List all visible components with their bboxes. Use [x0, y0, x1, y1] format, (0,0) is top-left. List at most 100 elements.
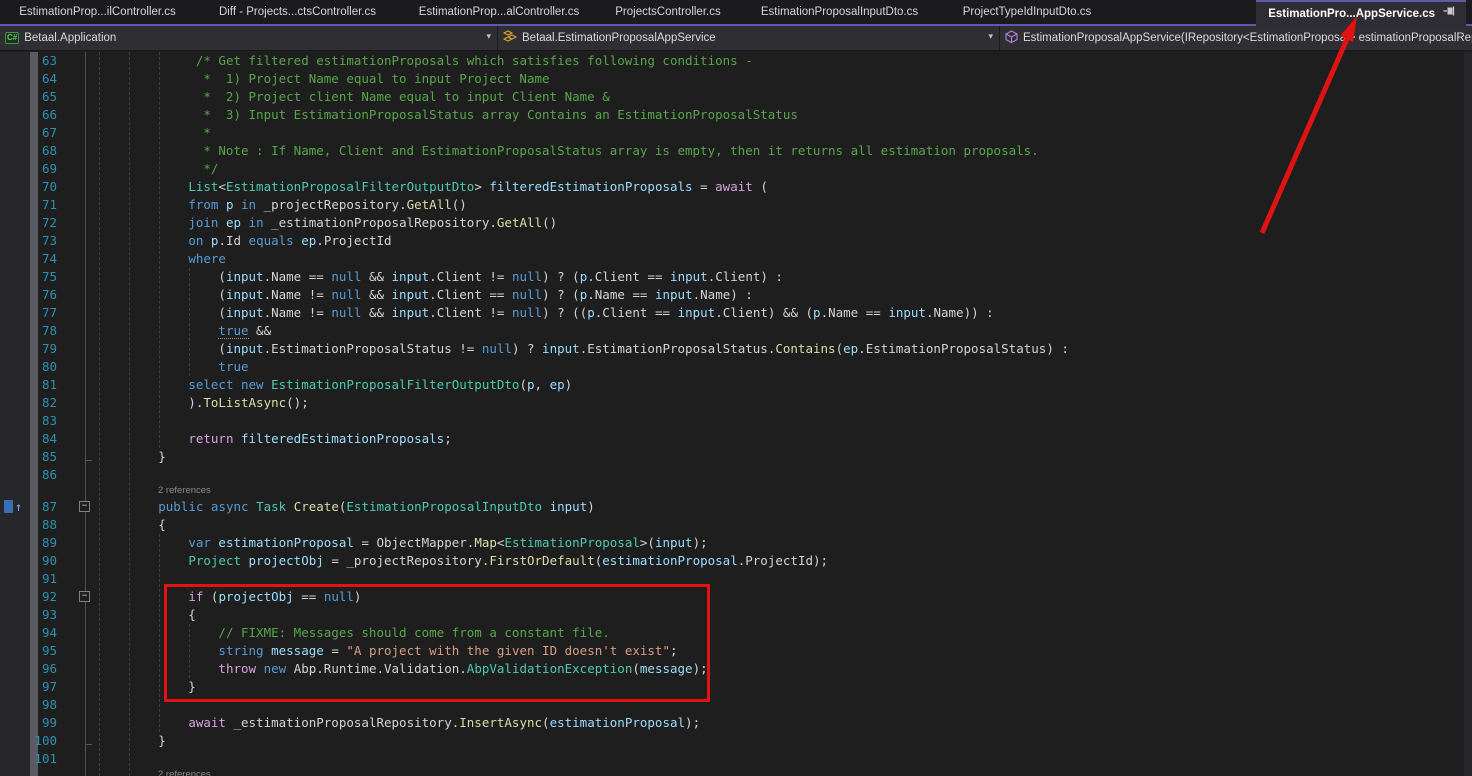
code-line: 75 (input.Name == null && input.Client !…: [0, 268, 1464, 286]
code-text[interactable]: */: [57, 161, 218, 176]
code-line: 92 if (projectObj == null)−: [0, 588, 1464, 606]
code-text[interactable]: * Note : If Name, Client and EstimationP…: [57, 143, 1039, 158]
code-text[interactable]: return filteredEstimationProposals;: [57, 431, 452, 446]
code-text[interactable]: await _estimationProposalRepository.Inse…: [57, 715, 700, 730]
code-text[interactable]: if (projectObj == null): [57, 589, 361, 604]
code-line: 91: [0, 570, 1464, 588]
line-number: 100: [0, 732, 57, 750]
code-text[interactable]: }: [57, 733, 166, 748]
code-text[interactable]: true: [57, 359, 249, 374]
line-number: 80: [0, 358, 57, 376]
code-text[interactable]: {: [57, 517, 166, 532]
vs-code-editor-window: { "colors": { "accent_purple": "#5a5aad"…: [0, 0, 1472, 776]
code-text[interactable]: [57, 751, 98, 766]
editor-tab[interactable]: EstimationProp...ilController.cs: [0, 0, 195, 24]
code-text[interactable]: }: [57, 449, 166, 464]
code-text[interactable]: * 2) Project client Name equal to input …: [57, 89, 610, 104]
code-line: 63 /* Get filtered estimationProposals w…: [0, 52, 1464, 70]
fold-collapse-icon[interactable]: −: [79, 501, 90, 512]
code-line: 78 true &&: [0, 322, 1464, 340]
pin-icon[interactable]: [1443, 3, 1456, 25]
class-icon: [503, 30, 517, 46]
code-text[interactable]: from p in _projectRepository.GetAll(): [57, 197, 467, 212]
code-text[interactable]: (input.Name != null && input.Client == n…: [57, 287, 753, 302]
code-text[interactable]: [57, 413, 98, 428]
codelens-references[interactable]: 2 references: [0, 484, 1464, 498]
code-text[interactable]: throw new Abp.Runtime.Validation.AbpVali…: [57, 661, 708, 676]
code-text[interactable]: public async Task Create(EstimationPropo…: [57, 499, 595, 514]
code-line: 97 }: [0, 678, 1464, 696]
line-number: 90: [0, 552, 57, 570]
code-text[interactable]: join ep in _estimationProposalRepository…: [57, 215, 557, 230]
line-number: 67: [0, 124, 57, 142]
line-number: 77: [0, 304, 57, 322]
line-number: 84: [0, 430, 57, 448]
code-text[interactable]: * 3) Input EstimationProposalStatus arra…: [57, 107, 798, 122]
code-line: 66 * 3) Input EstimationProposalStatus a…: [0, 106, 1464, 124]
line-number: 94: [0, 624, 57, 642]
code-line: 93 {: [0, 606, 1464, 624]
code-line: 98: [0, 696, 1464, 714]
fold-collapse-icon[interactable]: −: [79, 591, 90, 602]
code-text[interactable]: *: [57, 125, 211, 140]
code-line: 72 join ep in _estimationProposalReposit…: [0, 214, 1464, 232]
code-text[interactable]: [57, 571, 98, 586]
code-text[interactable]: [57, 697, 98, 712]
line-number: 79: [0, 340, 57, 358]
line-number: 76: [0, 286, 57, 304]
line-number: 92: [0, 588, 57, 606]
method-icon: [1005, 30, 1018, 46]
line-number: 71: [0, 196, 57, 214]
code-text[interactable]: select new EstimationProposalFilterOutpu…: [57, 377, 572, 392]
code-text[interactable]: where: [57, 251, 226, 266]
type-dropdown[interactable]: Betaal.EstimationProposalAppService ▾: [498, 26, 1000, 50]
code-text[interactable]: // FIXME: Messages should come from a co…: [57, 625, 610, 640]
code-text[interactable]: string message = "A project with the giv…: [57, 643, 678, 658]
code-text[interactable]: ).ToListAsync();: [57, 395, 309, 410]
code-line: 95 string message = "A project with the …: [0, 642, 1464, 660]
code-line: 73 on p.Id equals ep.ProjectId: [0, 232, 1464, 250]
code-line: 79 (input.EstimationProposalStatus != nu…: [0, 340, 1464, 358]
code-text[interactable]: List<EstimationProposalFilterOutputDto> …: [57, 179, 768, 194]
member-dropdown[interactable]: EstimationProposalAppService(IRepository…: [1000, 26, 1472, 50]
fold-end-tick: [85, 744, 92, 745]
code-editor[interactable]: 63 /* Get filtered estimationProposals w…: [0, 52, 1472, 776]
code-line: 86: [0, 466, 1464, 484]
editor-tab[interactable]: ProjectTypeIdInputDto.cs: [941, 0, 1113, 24]
code-line: 85 }: [0, 448, 1464, 466]
code-line: 90 Project projectObj = _projectReposito…: [0, 552, 1464, 570]
code-text[interactable]: {: [57, 607, 196, 622]
code-text[interactable]: (input.Name != null && input.Client != n…: [57, 305, 994, 320]
line-number: 82: [0, 394, 57, 412]
code-line: 76 (input.Name != null && input.Client =…: [0, 286, 1464, 304]
line-number: 70: [0, 178, 57, 196]
code-text[interactable]: var estimationProposal = ObjectMapper.Ma…: [57, 535, 708, 550]
code-line: 68 * Note : If Name, Client and Estimati…: [0, 142, 1464, 160]
code-text[interactable]: /* Get filtered estimationProposals whic…: [57, 53, 753, 68]
project-dropdown[interactable]: C# Betaal.Application ▾: [0, 26, 498, 50]
code-text[interactable]: * 1) Project Name equal to input Project…: [57, 71, 550, 86]
code-line: 81 select new EstimationProposalFilterOu…: [0, 376, 1464, 394]
code-line: 99 await _estimationProposalRepository.I…: [0, 714, 1464, 732]
code-area[interactable]: 63 /* Get filtered estimationProposals w…: [0, 52, 1464, 776]
line-number: 72: [0, 214, 57, 232]
codelens-references[interactable]: 2 references: [0, 768, 1464, 776]
code-text[interactable]: true &&: [57, 323, 271, 338]
code-text[interactable]: Project projectObj = _projectRepository.…: [57, 553, 828, 568]
editor-tab[interactable]: ProjectsController.cs: [598, 0, 738, 24]
editor-tab[interactable]: EstimationProposalInputDto.cs: [738, 0, 941, 24]
code-text[interactable]: (input.Name == null && input.Client != n…: [57, 269, 783, 284]
editor-tab-active[interactable]: EstimationPro...AppService.cs: [1256, 0, 1466, 26]
code-text[interactable]: on p.Id equals ep.ProjectId: [57, 233, 392, 248]
editor-tab[interactable]: EstimationProp...alController.cs: [400, 0, 598, 24]
line-number: 69: [0, 160, 57, 178]
line-number: 96: [0, 660, 57, 678]
vertical-scrollbar[interactable]: [1464, 52, 1472, 776]
code-text[interactable]: (input.EstimationProposalStatus != null)…: [57, 341, 1069, 356]
change-marker-icon: [4, 500, 13, 513]
code-text[interactable]: }: [57, 679, 196, 694]
csharp-project-icon: C#: [5, 32, 19, 44]
code-text[interactable]: [57, 467, 98, 482]
editor-tab[interactable]: Diff - Projects...ctsController.cs: [195, 0, 400, 24]
line-number: 98: [0, 696, 57, 714]
